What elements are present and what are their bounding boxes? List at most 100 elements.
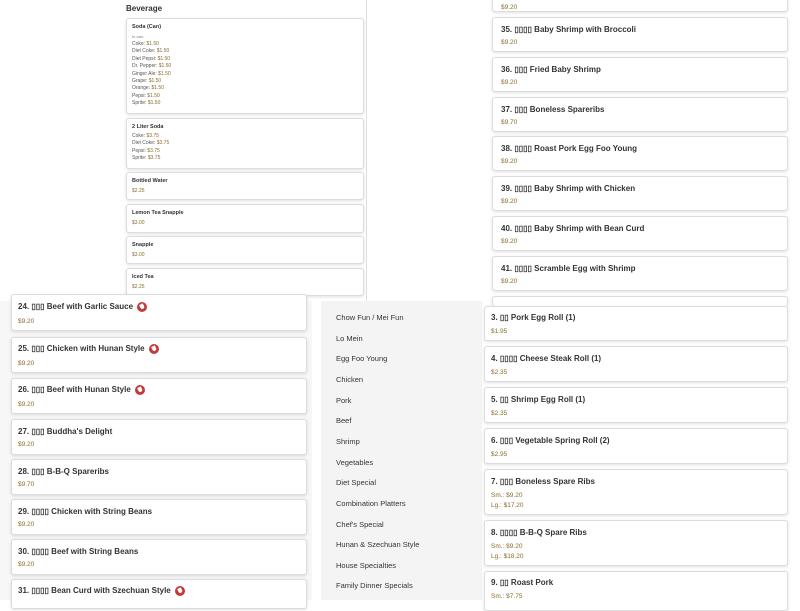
beverage-item-soda-can[interactable]: Soda (Can) In can. Coke: $1.50 Diet Coke… [126, 18, 364, 114]
item-title: 41. ▯▯▯▯ Scramble Egg with Shrimp [501, 264, 636, 273]
category-link-chicken[interactable]: Chicken [336, 375, 363, 384]
menu-item-card[interactable]: 6. ▯▯▯ Vegetable Spring Roll (2) $2.95 [484, 428, 788, 464]
menu-item-card[interactable]: 40. ▯▯▯▯ Baby Shrimp with Bean Curd $9.2… [492, 216, 788, 251]
item-price: $9.20 [501, 238, 518, 245]
item-price: $9.20 [501, 79, 518, 86]
item-price: $9.20 [18, 561, 35, 568]
item-title: 27. ▯▯▯ Buddha's Delight [18, 427, 113, 436]
beverage-item-iced-tea[interactable]: Iced Tea $2.25 [126, 268, 364, 296]
menu-item-card[interactable]: 5. ▯▯ Shrimp Egg Roll (1) $2.35 [484, 387, 788, 423]
category-nav [321, 301, 482, 600]
category-link-chefs-special[interactable]: Chef's Special [336, 520, 384, 529]
menu-item-card[interactable]: 29. ▯▯▯▯ Chicken with String Beans $9.20 [11, 499, 307, 535]
menu-item-card[interactable]: 39. ▯▯▯▯ Baby Shrimp with Chicken $9.20 [492, 176, 788, 211]
item-price: $9.20 [501, 158, 518, 165]
category-link-chow-fun[interactable]: Chow Fun / Mei Fun [336, 313, 404, 322]
item-title: 37. ▯▯▯ Boneless Spareribs [501, 105, 605, 114]
item-price: $9.20 [18, 521, 35, 528]
item-title: 5. ▯▯ Shrimp Egg Roll (1) [491, 395, 586, 404]
category-link-combination-platters[interactable]: Combination Platters [336, 499, 406, 508]
item-price: $9.20 [18, 401, 35, 408]
category-link-beef[interactable]: Beef [336, 416, 351, 425]
spicy-pepper-icon [174, 586, 185, 596]
item-price: $9.20 [18, 441, 35, 448]
item-price: $9.20 [18, 318, 35, 325]
item-price: $2.35 [491, 369, 508, 376]
item-title: 25. ▯▯▯ Chicken with Hunan Style [18, 344, 159, 354]
menu-item-card[interactable]: 8. ▯▯▯▯ B-B-Q Spare Ribs Sm.: $9.20 Lg.:… [484, 520, 788, 566]
menu-item-card[interactable]: 31. ▯▯▯▯ Bean Curd with Szechuan Style [11, 579, 307, 609]
item-title: 4. ▯▯▯▯ Cheese Steak Roll (1) [491, 354, 602, 363]
item-price: $9.70 [501, 119, 518, 126]
menu-item-card[interactable]: 24. ▯▯▯ Beef with Garlic Sauce $9.20 [11, 294, 307, 331]
item-price: $3.00 [132, 220, 145, 226]
item-title: 28. ▯▯▯ B-B-Q Spareribs [18, 467, 110, 476]
beverage-item-bottled-water[interactable]: Bottled Water $2.25 [126, 172, 364, 200]
category-link-egg-foo-young[interactable]: Egg Foo Young [336, 354, 387, 363]
category-link-hunan-szechuan[interactable]: Hunan & Szechuan Style [336, 540, 419, 549]
menu-item-card[interactable]: 3. ▯▯ Pork Egg Roll (1) $1.95 [484, 306, 788, 341]
item-price: $9.20 [501, 39, 518, 46]
category-link-shrimp[interactable]: Shrimp [336, 437, 360, 446]
item-price: $9.20 [501, 198, 518, 205]
menu-item-card[interactable]: 37. ▯▯▯ Boneless Spareribs $9.70 [492, 97, 788, 132]
menu-item-card-partial[interactable] [492, 296, 788, 306]
menu-item-card[interactable]: 28. ▯▯▯ B-B-Q Spareribs $9.70 [11, 459, 307, 495]
beverage-item-snapple[interactable]: Snapple $3.00 [126, 236, 364, 264]
item-name: Soda (Can) [132, 24, 162, 30]
menu-item-card[interactable]: 4. ▯▯▯▯ Cheese Steak Roll (1) $2.35 [484, 346, 788, 382]
category-link-vegetables[interactable]: Vegetables [336, 458, 373, 467]
item-price-small: Sm.: $9.20 [491, 492, 523, 499]
menu-item-card[interactable]: 30. ▯▯▯▯ Beef with String Beans $9.20 [11, 539, 307, 575]
spicy-pepper-icon [137, 302, 148, 312]
menu-item-card-partial[interactable]: $9.20 [492, 0, 788, 12]
item-price-small: Sm.: $9.20 [491, 543, 523, 550]
spicy-pepper-icon [148, 344, 159, 354]
item-price: $2.25 [132, 188, 145, 194]
menu-item-card[interactable]: 41. ▯▯▯▯ Scramble Egg with Shrimp $9.20 [492, 256, 788, 291]
item-title: 40. ▯▯▯▯ Baby Shrimp with Bean Curd [501, 224, 645, 233]
item-name: 2 Liter Soda [132, 124, 164, 130]
menu-item-card[interactable]: 26. ▯▯▯ Beef with Hunan Style $9.20 [11, 378, 307, 414]
item-title: 6. ▯▯▯ Vegetable Spring Roll (2) [491, 436, 610, 445]
item-title: 8. ▯▯▯▯ B-B-Q Spare Ribs [491, 528, 587, 537]
item-name: Iced Tea [132, 274, 154, 280]
item-price-small: Sm.: $7.75 [491, 593, 523, 600]
item-title: 39. ▯▯▯▯ Baby Shrimp with Chicken [501, 184, 636, 193]
menu-item-card[interactable]: 38. ▯▯▯▯ Roast Pork Egg Foo Young $9.20 [492, 136, 788, 171]
item-price: $9.20 [501, 4, 518, 11]
item-name: Lemon Tea Snapple [132, 210, 184, 216]
item-price: $2.25 [132, 284, 145, 290]
beverage-panel: Beverage Soda (Can) In can. Coke: $1.50 … [0, 0, 367, 301]
item-price: $9.70 [18, 481, 35, 488]
menu-item-card[interactable]: 7. ▯▯▯ Boneless Spare Ribs Sm.: $9.20 Lg… [484, 469, 788, 515]
beverage-item-lemon-tea-snapple[interactable]: Lemon Tea Snapple $3.00 [126, 204, 364, 233]
category-link-pork[interactable]: Pork [336, 396, 351, 405]
beverage-heading: Beverage [126, 4, 163, 13]
menu-item-card[interactable]: 36. ▯▯▯ Fried Baby Shrimp $9.20 [492, 57, 788, 92]
item-name: Snapple [132, 242, 154, 248]
menu-item-card[interactable]: 9. ▯▯ Roast Pork Sm.: $7.75 [484, 571, 788, 611]
item-title: 38. ▯▯▯▯ Roast Pork Egg Foo Young [501, 144, 637, 153]
menu-item-card[interactable]: 25. ▯▯▯ Chicken with Hunan Style $9.20 [11, 337, 307, 373]
item-title: 24. ▯▯▯ Beef with Garlic Sauce [18, 302, 148, 312]
item-price: $1.95 [491, 328, 508, 335]
item-title: 31. ▯▯▯▯ Bean Curd with Szechuan Style [18, 586, 185, 596]
beverage-item-2-liter-soda[interactable]: 2 Liter Soda Coke: $3.75 Diet Coke: $3.7… [126, 118, 364, 169]
menu-item-card[interactable]: 27. ▯▯▯ Buddha's Delight $9.20 [11, 419, 307, 455]
item-title: 29. ▯▯▯▯ Chicken with String Beans [18, 507, 153, 516]
item-title: 7. ▯▯▯ Boneless Spare Ribs [491, 477, 595, 486]
category-link-lo-mein[interactable]: Lo Mein [336, 334, 363, 343]
item-title: 26. ▯▯▯ Beef with Hunan Style [18, 385, 145, 395]
menu-item-card[interactable]: 35. ▯▯▯▯ Baby Shrimp with Broccoli $9.20 [492, 17, 788, 52]
item-price: $2.35 [491, 410, 508, 417]
category-link-family-dinner[interactable]: Family Dinner Specials [336, 581, 413, 590]
item-price-large: Lg.: $17.20 [491, 502, 524, 509]
item-price: $3.00 [132, 252, 145, 258]
item-title: 36. ▯▯▯ Fried Baby Shrimp [501, 65, 601, 74]
category-link-house-specialties[interactable]: House Specialties [336, 561, 396, 570]
category-link-diet-special[interactable]: Diet Special [336, 478, 376, 487]
item-title: 9. ▯▯ Roast Pork [491, 578, 554, 587]
item-title: 30. ▯▯▯▯ Beef with String Beans [18, 547, 139, 556]
item-note: In can. [132, 34, 145, 39]
